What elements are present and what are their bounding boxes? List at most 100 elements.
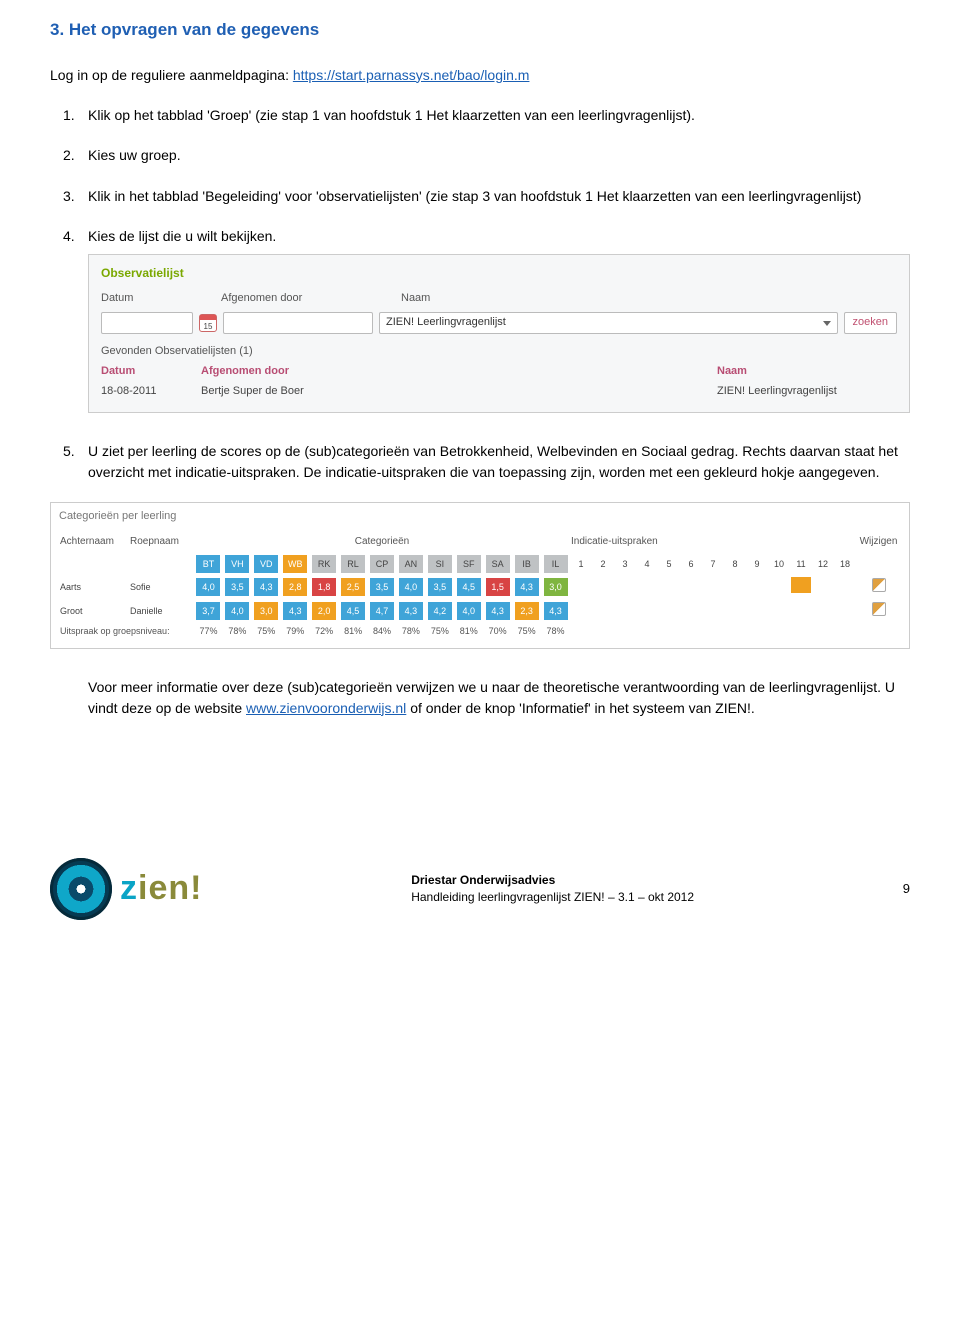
cat-header: IB (512, 553, 541, 575)
ind-cell (614, 599, 636, 623)
ind-cell (636, 575, 658, 599)
pct-cell: 78% (223, 623, 252, 640)
select-value: ZIEN! Leerlingvragenlijst (386, 315, 506, 331)
cat-header: AN (396, 553, 425, 575)
website-link[interactable]: www.zienvooronderwijs.nl (246, 700, 406, 716)
ind-cell (592, 575, 614, 599)
ind-cell (724, 599, 746, 623)
step-text: Kies uw groep. (88, 147, 181, 163)
pct-cell: 72% (310, 623, 339, 640)
scores-title: Categorieën per leerling (59, 509, 901, 525)
score-cell: 4,0 (396, 575, 425, 599)
ind-header: 9 (746, 553, 768, 575)
scores-panel: Categorieën per leerling AchternaamRoepn… (50, 502, 910, 650)
logo-rest: ien! (138, 869, 202, 907)
eye-icon (50, 858, 112, 920)
ind-header: 5 (658, 553, 680, 575)
page-number: 9 (903, 880, 910, 899)
col-wijzigen: Wijzigen (856, 533, 901, 554)
cat-header: SI (425, 553, 454, 575)
step-number: 5. (63, 441, 75, 461)
pct-cell: 81% (454, 623, 483, 640)
score-cell: 2,8 (281, 575, 310, 599)
ind-cell (768, 575, 790, 599)
search-row: ZIEN! Leerlingvragenlijst zoeken (101, 312, 897, 334)
edit-cell[interactable] (856, 599, 901, 623)
edit-cell[interactable] (856, 575, 901, 599)
pct-label: Uitspraak op groepsniveau: (59, 623, 194, 640)
score-cell: 4,3 (541, 599, 570, 623)
result-hdr-datum: Datum (101, 364, 201, 380)
label-naam: Naam (401, 291, 897, 307)
step-text: Kies de lijst die u wilt bekijken. (88, 228, 276, 244)
pct-cell: 75% (512, 623, 541, 640)
score-cell: 4,3 (281, 599, 310, 623)
pct-cell: 81% (339, 623, 368, 640)
search-header-row: Datum Afgenomen door Naam (101, 291, 897, 307)
pct-cell: 84% (368, 623, 397, 640)
ind-header: 6 (680, 553, 702, 575)
pct-cell: 78% (541, 623, 570, 640)
found-label: Gevonden Observatielijsten (1) (101, 344, 897, 360)
ind-cell (658, 599, 680, 623)
cell-achternaam: Aarts (59, 575, 129, 599)
ind-header: 3 (614, 553, 636, 575)
date-input[interactable] (101, 312, 193, 334)
result-by: Bertje Super de Boer (201, 384, 717, 400)
zien-logo: zien! (50, 858, 202, 920)
ind-header: 4 (636, 553, 658, 575)
ind-cell (746, 575, 768, 599)
score-cell: 3,5 (425, 575, 454, 599)
score-cell: 2,3 (512, 599, 541, 623)
ind-cell (834, 575, 856, 599)
step-3: 3. Klik in het tabblad 'Begeleiding' voo… (88, 186, 910, 206)
ind-cell (812, 599, 834, 623)
pct-cell: 77% (194, 623, 223, 640)
col-indicatie: Indicatie-uitspraken (570, 533, 856, 554)
table-row: AartsSofie4,03,54,32,81,82,53,54,03,54,5… (59, 575, 901, 599)
pct-cell: 79% (281, 623, 310, 640)
score-cell: 2,0 (310, 599, 339, 623)
step-2: 2. Kies uw groep. (88, 145, 910, 165)
ind-header: 8 (724, 553, 746, 575)
ind-cell (680, 599, 702, 623)
naam-select[interactable]: ZIEN! Leerlingvragenlijst (379, 312, 838, 334)
login-link[interactable]: https://start.parnassys.net/bao/login.m (293, 67, 530, 83)
cat-header: RL (339, 553, 368, 575)
score-cell: 3,0 (252, 599, 281, 623)
score-cell: 4,2 (425, 599, 454, 623)
cell-roepnaam: Danielle (129, 599, 194, 623)
step-1: 1. Klik op het tabblad 'Groep' (zie stap… (88, 105, 910, 125)
afgenomen-input[interactable] (223, 312, 373, 334)
panel-title: Observatielijst (101, 265, 897, 282)
score-cell: 3,5 (368, 575, 397, 599)
step-text: Klik in het tabblad 'Begeleiding' voor '… (88, 188, 861, 204)
calendar-icon[interactable] (199, 314, 217, 332)
score-cell: 3,0 (541, 575, 570, 599)
step-4: 4. Kies de lijst die u wilt bekijken. Ob… (88, 226, 910, 413)
score-cell: 4,5 (454, 575, 483, 599)
step-number: 3. (63, 186, 75, 206)
score-cell: 4,5 (339, 599, 368, 623)
result-hdr-naam: Naam (717, 364, 897, 380)
pct-cell: 78% (396, 623, 425, 640)
pct-row: Uitspraak op groepsniveau:77%78%75%79%72… (59, 623, 901, 640)
step-number: 4. (63, 226, 75, 246)
cat-header: WB (281, 553, 310, 575)
ind-cell (702, 575, 724, 599)
result-header: Datum Afgenomen door Naam (101, 364, 897, 380)
table-row: GrootDanielle3,74,03,04,32,04,54,74,34,2… (59, 599, 901, 623)
label-datum: Datum (101, 291, 201, 307)
cat-header: VD (252, 553, 281, 575)
score-cell: 2,5 (339, 575, 368, 599)
zoeken-button[interactable]: zoeken (844, 312, 897, 334)
step-number: 2. (63, 145, 75, 165)
result-row[interactable]: 18-08-2011 Bertje Super de Boer ZIEN! Le… (101, 384, 897, 400)
ind-cell (790, 599, 812, 623)
ind-cell (702, 599, 724, 623)
ind-header: 2 (592, 553, 614, 575)
ind-header: 7 (702, 553, 724, 575)
result-hdr-afg: Afgenomen door (201, 364, 717, 380)
cat-header: SA (483, 553, 512, 575)
score-cell: 4,0 (223, 599, 252, 623)
